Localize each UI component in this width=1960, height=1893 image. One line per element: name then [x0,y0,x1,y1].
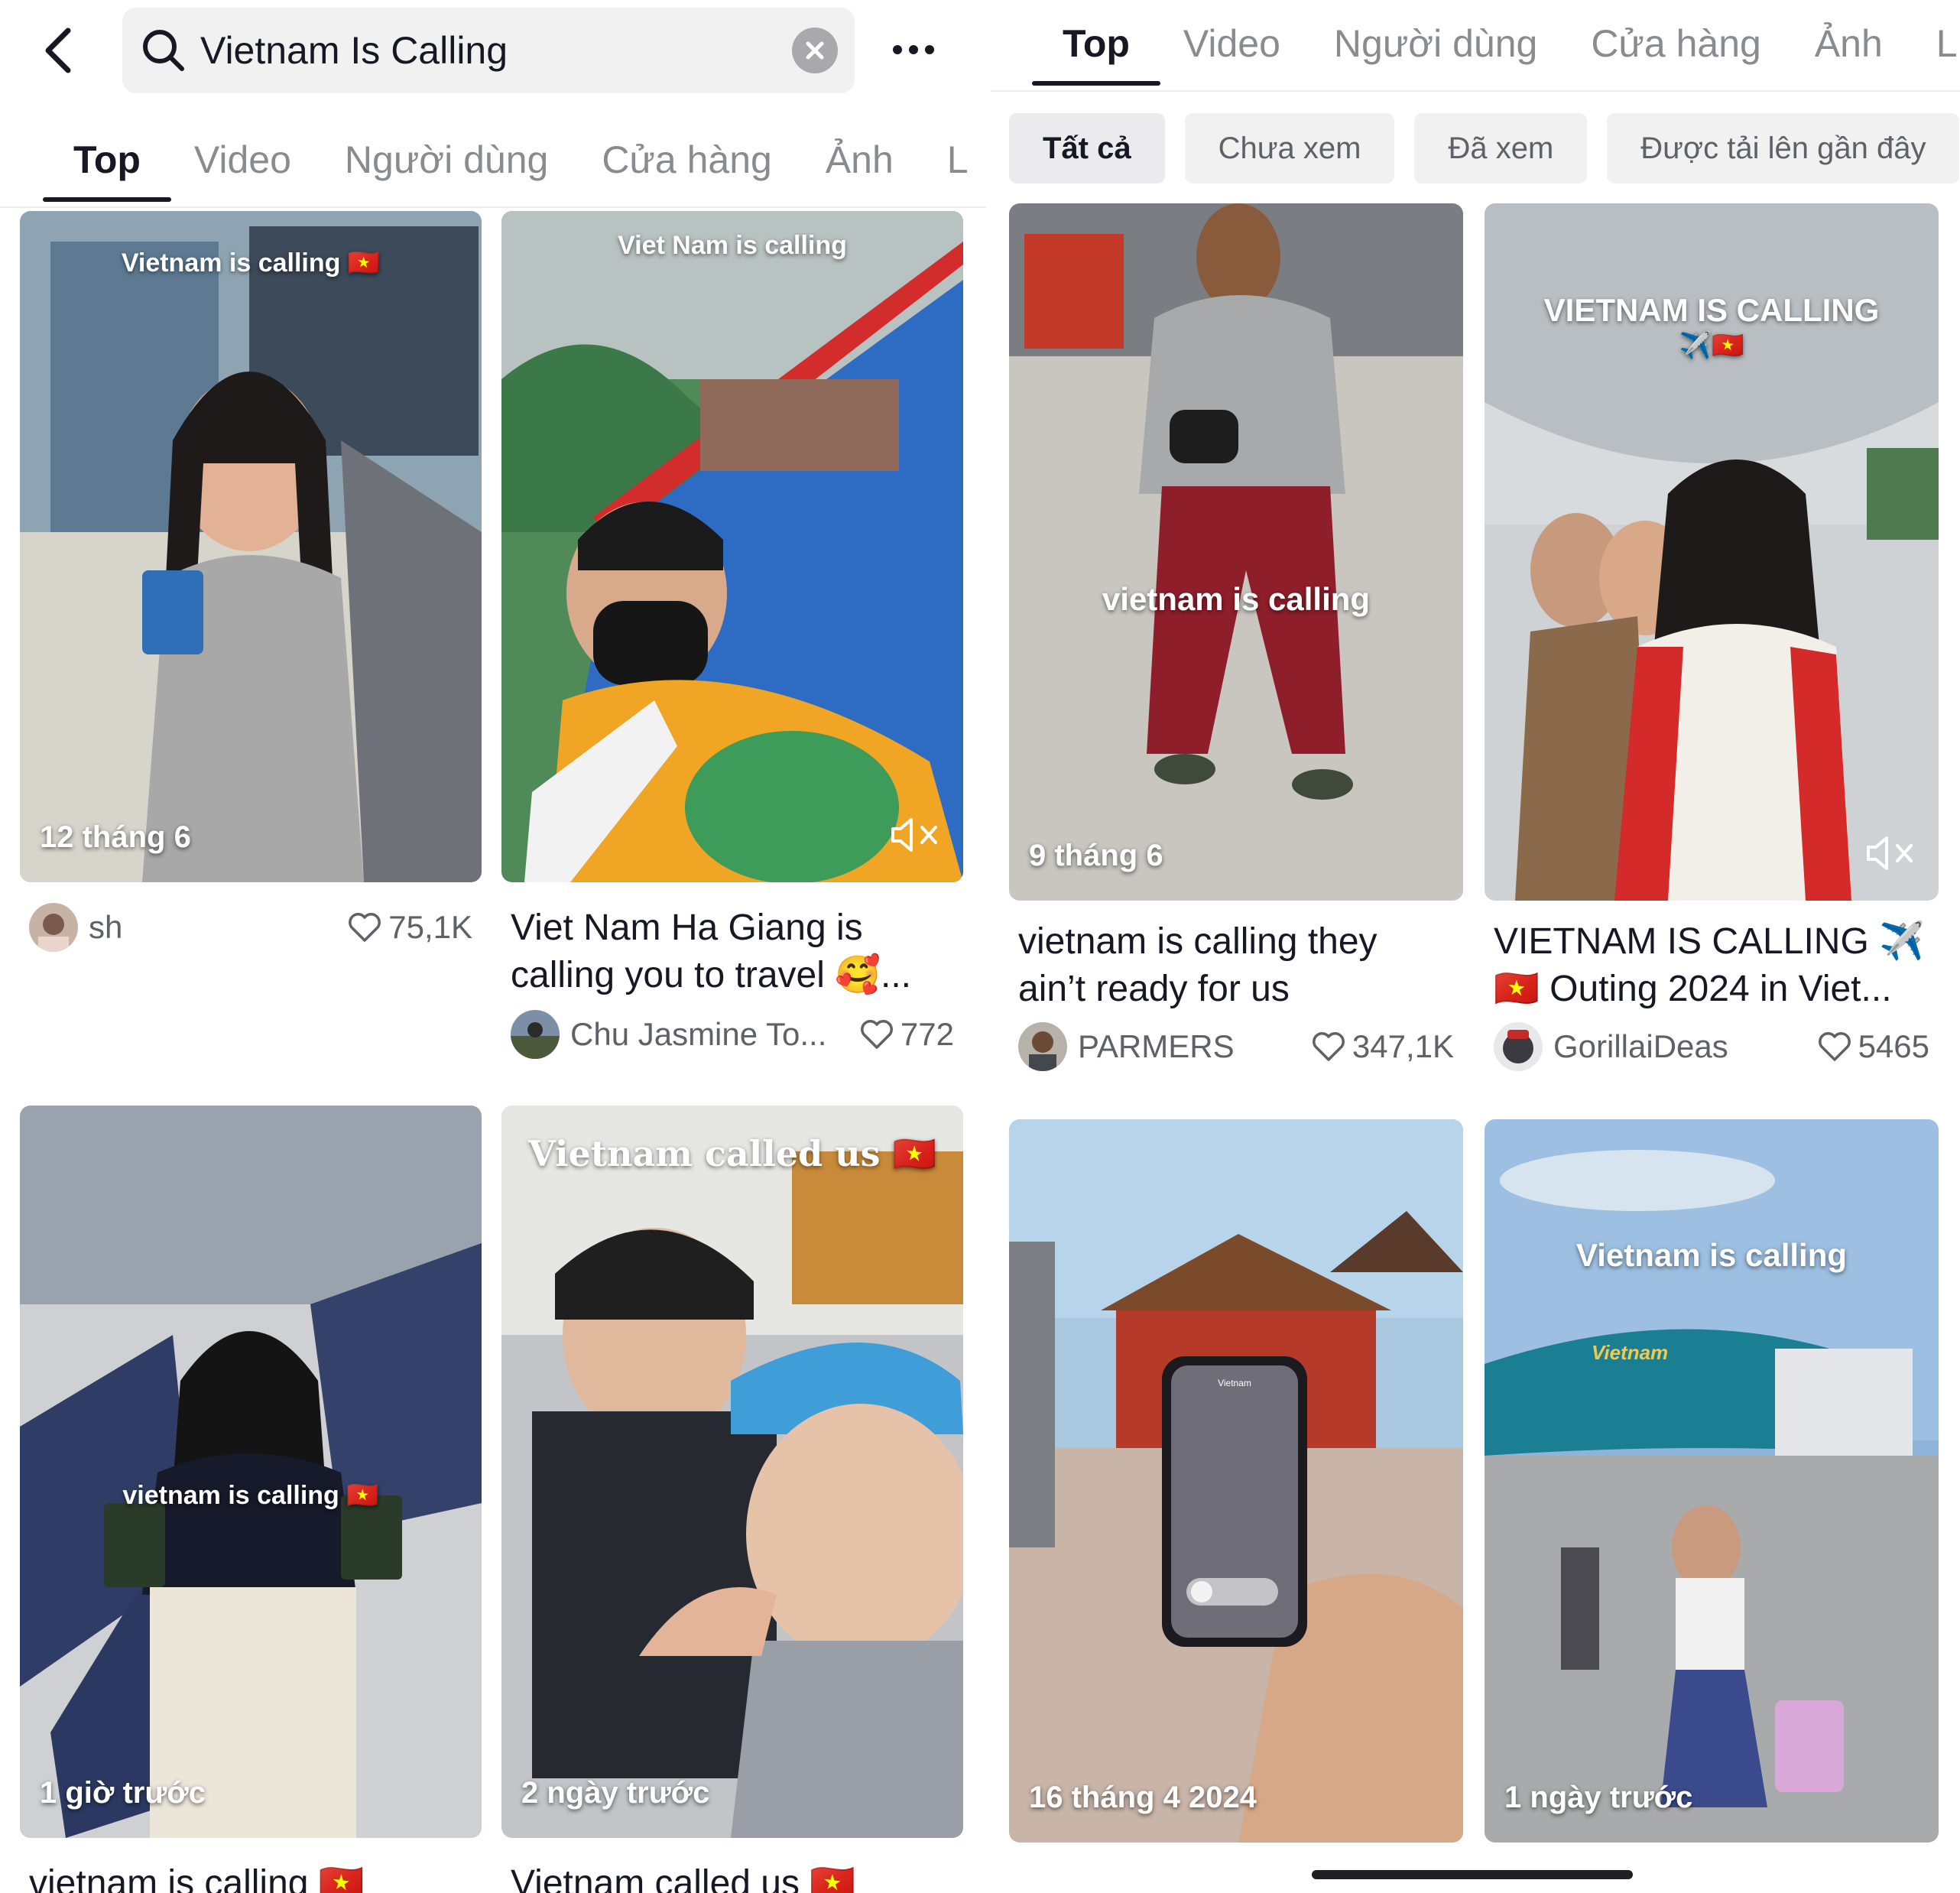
tab-photos[interactable]: Ảnh [1815,21,1883,84]
video-thumbnail[interactable]: vietnam is calling 9 tháng 6 [1009,203,1463,901]
video-overlay-text: Vietnam called us 🇻🇳 [528,1133,936,1174]
tab-video[interactable]: Video [1183,21,1280,84]
video-caption-line-2[interactable]: 🇻🇳 Outing 2024 in Viet... [1494,965,1937,1014]
video-overlay-emoji: ✈️🇻🇳 [1679,331,1744,360]
video-thumbnail[interactable]: Vietnam Vietnam is calling 1 ngày trước [1485,1119,1939,1843]
video-thumbnail[interactable]: Vietnam 16 tháng 4 2024 [1009,1119,1463,1843]
like-count-value: 5465 [1858,1028,1929,1064]
author-name[interactable]: GorillaiDeas [1553,1028,1817,1065]
tab-video[interactable]: Video [194,138,291,200]
video-thumbnail[interactable]: VIETNAM IS CALLING ✈️🇻🇳 [1485,203,1939,901]
video-caption-line-1[interactable]: VIETNAM IS CALLING ✈️ [1494,917,1937,966]
chevron-left-icon [45,28,71,73]
more-options-icon[interactable] [879,31,948,69]
filter-all[interactable]: Tất cả [1009,113,1165,183]
heart-icon [349,913,381,942]
muted-icon[interactable] [888,813,943,856]
video-caption-line-2[interactable]: calling you to travel 🥰... [511,951,962,1000]
tab-shop[interactable]: Cửa hàng [1591,21,1761,84]
video-date: 1 ngày trước [1504,1781,1693,1814]
phone-caller-text: Vietnam [1218,1378,1251,1388]
filter-unwatched[interactable]: Chưa xem [1184,113,1395,183]
heart-icon [1818,1032,1851,1061]
video-overlay-text: Viet Nam is calling [618,231,847,260]
filter-chips: Tất cả Chưa xem Đã xem Được tải lên gần … [1009,113,1960,183]
tab-photos[interactable]: Ảnh [826,138,894,200]
video-overlay-text: VIETNAM IS CALLING [1543,292,1880,328]
video-thumbnail[interactable]: Viet Nam is calling [501,211,963,882]
like-count[interactable]: 5465 [1817,1028,1929,1065]
filter-recent[interactable]: Được tải lên gần đây [1607,113,1960,183]
thumbnail-image [1485,1119,1939,1843]
filter-watched[interactable]: Đã xem [1414,113,1588,183]
video-date: 12 tháng 6 [40,820,191,854]
left-panel: Vietnam Is Calling Top Video Người dùng … [0,0,986,1893]
video-caption-line-1[interactable]: Viet Nam Ha Giang is [511,904,962,953]
thumbnail-image [501,211,963,882]
author-name[interactable]: Chu Jasmine To... [570,1016,859,1053]
like-count[interactable]: 347,1K [1311,1028,1454,1065]
video-overlay-text: Vietnam is calling 🇻🇳 [121,248,381,278]
scroll-indicator[interactable] [1312,1870,1633,1879]
plane-livery-text: Vietnam [1592,1341,1669,1364]
tab-users[interactable]: Người dùng [1334,21,1537,84]
video-caption-line-1[interactable]: vietnam is calling they [1018,917,1462,966]
back-button[interactable] [31,21,84,80]
video-overlay-text: vietnam is calling [1102,581,1371,617]
video-thumbnail[interactable]: Vietnam called us 🇻🇳 2 ngày trước [501,1106,963,1838]
heart-icon [1312,1032,1345,1061]
tab-users[interactable]: Người dùng [345,138,548,200]
right-panel: Top Video Người dùng Cửa hàng Ảnh L Tất … [991,0,1960,1893]
video-caption[interactable]: vietnam is calling 🇻🇳 [29,1859,480,1893]
thumbnail-image [1009,1119,1463,1843]
like-count[interactable]: 75,1K [347,909,472,946]
tab-top[interactable]: Top [43,138,171,202]
author-name[interactable]: PARMERS [1078,1028,1311,1065]
video-meta: sh 75,1K [29,901,472,954]
like-count[interactable]: 772 [859,1016,954,1053]
video-meta: Chu Jasmine To... 772 [511,1008,954,1061]
video-date: 1 giờ trước [40,1776,206,1810]
tab-more[interactable]: L [1936,21,1958,84]
like-count-value: 75,1K [388,909,472,945]
video-meta: PARMERS 347,1K [1018,1020,1454,1073]
thumbnail-image [20,1106,482,1838]
video-overlay-text: vietnam is calling 🇻🇳 [122,1481,379,1510]
tabs-divider [0,206,986,208]
search-icon [139,26,188,75]
video-thumbnail[interactable]: Vietnam is calling 🇻🇳 12 tháng 6 [20,211,482,882]
avatar[interactable] [29,903,78,952]
search-bar[interactable]: Vietnam Is Calling [122,8,855,93]
video-caption[interactable]: Vietnam called us 🇻🇳 [511,1859,962,1893]
avatar[interactable] [1494,1022,1543,1071]
clear-search-button[interactable] [792,28,838,73]
video-date: 2 ngày trước [521,1776,710,1810]
tab-more[interactable]: L [947,138,969,200]
search-input[interactable]: Vietnam Is Calling [188,28,792,73]
video-overlay-text: Vietnam is calling [1575,1237,1848,1273]
like-count-value: 772 [900,1016,954,1052]
heart-icon [861,1020,893,1049]
thumbnail-image [1009,203,1463,901]
tab-top[interactable]: Top [1032,21,1160,86]
result-tabs: Top Video Người dùng Cửa hàng Ảnh L [43,138,969,202]
thumbnail-image [501,1106,963,1838]
video-thumbnail[interactable]: vietnam is calling 🇻🇳 1 giờ trước [20,1106,482,1838]
result-tabs: Top Video Người dùng Cửa hàng Ảnh L [1032,21,1958,86]
avatar[interactable] [1018,1022,1067,1071]
tab-shop[interactable]: Cửa hàng [602,138,772,200]
muted-icon[interactable] [1864,832,1919,875]
tabs-divider [991,90,1960,92]
video-meta: GorillaiDeas 5465 [1494,1020,1929,1073]
video-caption-line-2[interactable]: ain’t ready for us [1018,965,1462,1014]
author-name[interactable]: sh [89,909,347,946]
avatar[interactable] [511,1010,560,1059]
like-count-value: 347,1K [1352,1028,1454,1064]
video-date: 9 tháng 6 [1029,839,1163,872]
thumbnail-image [20,211,482,882]
close-icon [806,41,824,60]
video-date: 16 tháng 4 2024 [1029,1781,1257,1814]
